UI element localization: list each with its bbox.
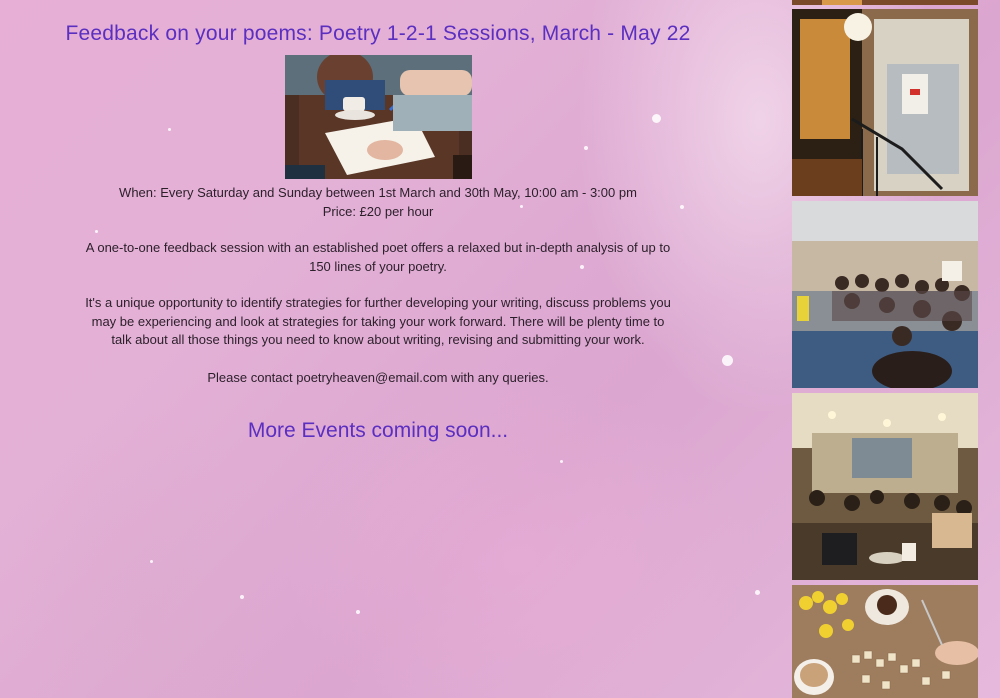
event-description-line: talk about all those things you need to … bbox=[111, 332, 645, 347]
event-description-line: It's a unique opportunity to identify st… bbox=[85, 295, 671, 310]
event-description-line: may be experiencing and look at strategi… bbox=[91, 313, 665, 329]
sparkle-decoration bbox=[240, 595, 244, 599]
venue-entrance-photo[interactable] bbox=[792, 9, 978, 196]
sparkle-decoration bbox=[356, 610, 360, 614]
event-when: When: Every Saturday and Sunday between … bbox=[119, 185, 637, 200]
event-title: Feedback on your poems: Poetry 1-2-1 Ses… bbox=[65, 22, 691, 45]
event-section: Feedback on your poems: Poetry 1-2-1 Ses… bbox=[48, 18, 708, 443]
feedback-session-photo bbox=[284, 55, 472, 179]
gallery-photo-partial[interactable] bbox=[792, 0, 978, 5]
photo-gallery bbox=[792, 0, 979, 698]
scrabble-coffee-photo[interactable] bbox=[792, 585, 978, 698]
event-description-line: A one-to-one feedback session with an es… bbox=[85, 240, 671, 255]
sparkle-decoration bbox=[755, 590, 760, 595]
audience-reading-photo[interactable] bbox=[792, 201, 978, 388]
sparkle-decoration bbox=[560, 460, 563, 463]
sparkle-decoration bbox=[150, 560, 153, 563]
more-events-heading: More Events coming soon... bbox=[247, 418, 509, 442]
event-price: Price: £20 per hour bbox=[322, 204, 434, 219]
event-contact: Please contact poetryheaven@email.com wi… bbox=[207, 369, 549, 385]
cafe-event-photo[interactable] bbox=[792, 393, 978, 580]
sparkle-decoration bbox=[722, 355, 733, 366]
event-description-line: 150 lines of your poetry. bbox=[309, 258, 447, 274]
